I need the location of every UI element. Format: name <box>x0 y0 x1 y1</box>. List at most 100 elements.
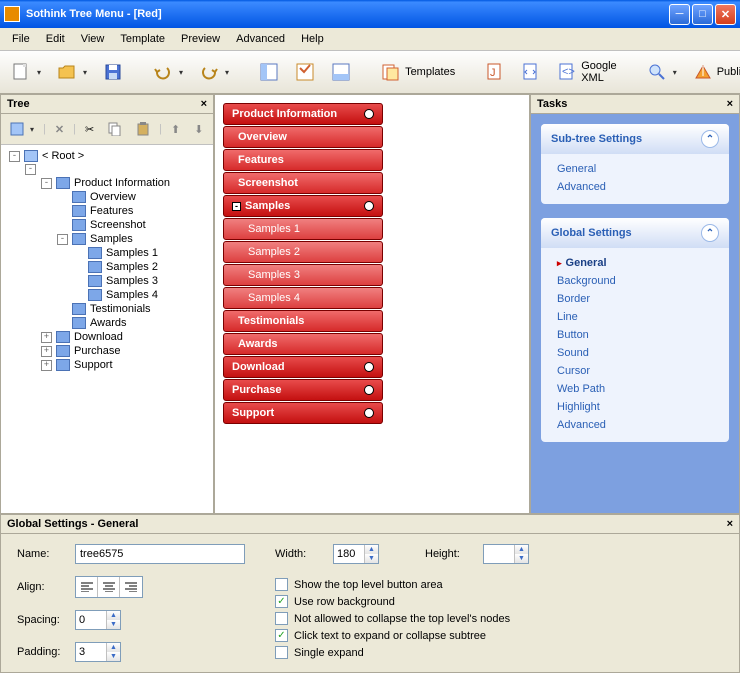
tree-node[interactable]: Samples 2 <box>5 260 209 274</box>
tree-label[interactable]: Samples 3 <box>106 275 158 287</box>
preview-item[interactable]: Purchase <box>223 379 383 401</box>
task-link[interactable]: Line <box>553 308 717 326</box>
tree-label[interactable]: Download <box>74 331 123 343</box>
tree-label[interactable]: Support <box>74 359 113 371</box>
task-link[interactable]: Advanced <box>553 178 717 196</box>
menu-view[interactable]: View <box>73 30 113 48</box>
preview-button[interactable]: ▾ <box>642 57 682 87</box>
google-xml-button[interactable]: <>Google XML <box>552 55 621 89</box>
spacing-input[interactable] <box>76 611 106 629</box>
preview-item[interactable]: Features <box>223 149 383 171</box>
spin-up-button[interactable]: ▲ <box>364 545 378 554</box>
tree-node[interactable]: - <box>5 163 209 176</box>
tree-node[interactable]: Samples 3 <box>5 274 209 288</box>
preview-item[interactable]: Screenshot <box>223 172 383 194</box>
save-button[interactable] <box>98 57 128 87</box>
checkbox[interactable] <box>275 646 288 659</box>
align-right-button[interactable] <box>120 577 142 597</box>
toggle-tree-button[interactable] <box>254 57 284 87</box>
task-link[interactable]: General <box>553 160 717 178</box>
menu-edit[interactable]: Edit <box>38 30 73 48</box>
undo-button[interactable]: ▾ <box>148 57 188 87</box>
menu-help[interactable]: Help <box>293 30 332 48</box>
preview-item[interactable]: Testimonials <box>223 310 383 332</box>
name-input[interactable] <box>75 544 245 564</box>
preview-item[interactable]: Support <box>223 402 383 424</box>
tree-node[interactable]: + Support <box>5 358 209 372</box>
tree-label[interactable]: Samples 1 <box>106 247 158 259</box>
tree-label[interactable]: Testimonials <box>90 303 151 315</box>
tree-label[interactable]: Features <box>90 205 133 217</box>
preview-item[interactable]: Samples 1 <box>223 218 383 240</box>
preview-item[interactable]: Product Information <box>223 103 383 125</box>
publish-button[interactable]: Publish <box>688 57 740 87</box>
preview-item[interactable]: Overview <box>223 126 383 148</box>
collapse-icon[interactable]: - <box>57 234 68 245</box>
maximize-button[interactable]: □ <box>692 4 713 25</box>
tree-view-button[interactable]: ▾ <box>5 117 39 141</box>
tree-node[interactable]: Samples 4 <box>5 288 209 302</box>
width-spinner[interactable]: ▲▼ <box>333 544 379 564</box>
collapse-icon[interactable]: - <box>232 202 241 211</box>
spacing-spinner[interactable]: ▲▼ <box>75 610 121 630</box>
chevron-up-icon[interactable]: ⌃ <box>701 130 719 148</box>
collapse-icon[interactable]: - <box>41 178 52 189</box>
task-link[interactable]: General <box>553 254 717 272</box>
height-input[interactable] <box>484 545 514 563</box>
task-link[interactable]: Highlight <box>553 398 717 416</box>
tree-label[interactable]: Samples <box>90 233 133 245</box>
task-link[interactable]: Border <box>553 290 717 308</box>
menu-template[interactable]: Template <box>112 30 173 48</box>
new-file-button[interactable]: ▾ <box>6 57 46 87</box>
task-link[interactable]: Cursor <box>553 362 717 380</box>
tree-node[interactable]: Screenshot <box>5 218 209 232</box>
tree-label[interactable]: < Root > <box>42 150 84 162</box>
tree-body[interactable]: -< Root >--Product InformationOverviewFe… <box>1 145 213 513</box>
expand-icon[interactable]: + <box>41 360 52 371</box>
move-up-button[interactable]: ⬆ <box>166 118 185 141</box>
tree-node[interactable]: Awards <box>5 316 209 330</box>
task-link[interactable]: Sound <box>553 344 717 362</box>
tree-node[interactable]: + Download <box>5 330 209 344</box>
export-jsp-button[interactable]: J <box>480 57 510 87</box>
toggle-settings-button[interactable] <box>326 57 356 87</box>
cut-button[interactable]: ✂ <box>80 118 99 141</box>
tree-node[interactable]: Overview <box>5 190 209 204</box>
panel-close-button[interactable]: × <box>727 98 733 110</box>
tree-label[interactable]: Product Information <box>74 177 170 189</box>
checkbox[interactable] <box>275 612 288 625</box>
menu-file[interactable]: File <box>4 30 38 48</box>
menu-preview[interactable]: Preview <box>173 30 228 48</box>
spin-down-button[interactable]: ▼ <box>364 554 378 563</box>
height-spinner[interactable]: ▲▼ <box>483 544 529 564</box>
delete-node-button[interactable]: ✕ <box>50 118 69 141</box>
expand-icon[interactable]: + <box>41 332 52 343</box>
task-group-header[interactable]: Global Settings⌃ <box>541 218 729 248</box>
chevron-up-icon[interactable]: ⌃ <box>701 224 719 242</box>
toggle-tasks-button[interactable] <box>290 57 320 87</box>
redo-button[interactable]: ▾ <box>194 57 234 87</box>
task-group-header[interactable]: Sub-tree Settings⌃ <box>541 124 729 154</box>
task-link[interactable]: Web Path <box>553 380 717 398</box>
tree-label[interactable]: Overview <box>90 191 136 203</box>
preview-item[interactable]: Samples 3 <box>223 264 383 286</box>
preview-item[interactable]: Awards <box>223 333 383 355</box>
checkbox-label[interactable]: Single expand <box>294 647 364 659</box>
align-left-button[interactable] <box>76 577 98 597</box>
tree-node[interactable]: - Product Information <box>5 176 209 190</box>
tree-node[interactable]: Samples 1 <box>5 246 209 260</box>
align-center-button[interactable] <box>98 577 120 597</box>
spin-up-button[interactable]: ▲ <box>106 643 120 652</box>
tree-label[interactable]: Samples 2 <box>106 261 158 273</box>
checkbox-label[interactable]: Click text to expand or collapse subtree <box>294 630 486 642</box>
tree-node[interactable]: Testimonials <box>5 302 209 316</box>
spin-down-button[interactable]: ▼ <box>514 554 528 563</box>
tree-label[interactable]: Awards <box>90 317 126 329</box>
panel-close-button[interactable]: × <box>727 518 733 530</box>
templates-button[interactable]: Templates <box>376 57 460 87</box>
minimize-button[interactable]: ─ <box>669 4 690 25</box>
export-code-button[interactable] <box>516 57 546 87</box>
menu-advanced[interactable]: Advanced <box>228 30 293 48</box>
tree-node[interactable]: +Purchase <box>5 344 209 358</box>
preview-item[interactable]: -Samples <box>223 195 383 217</box>
